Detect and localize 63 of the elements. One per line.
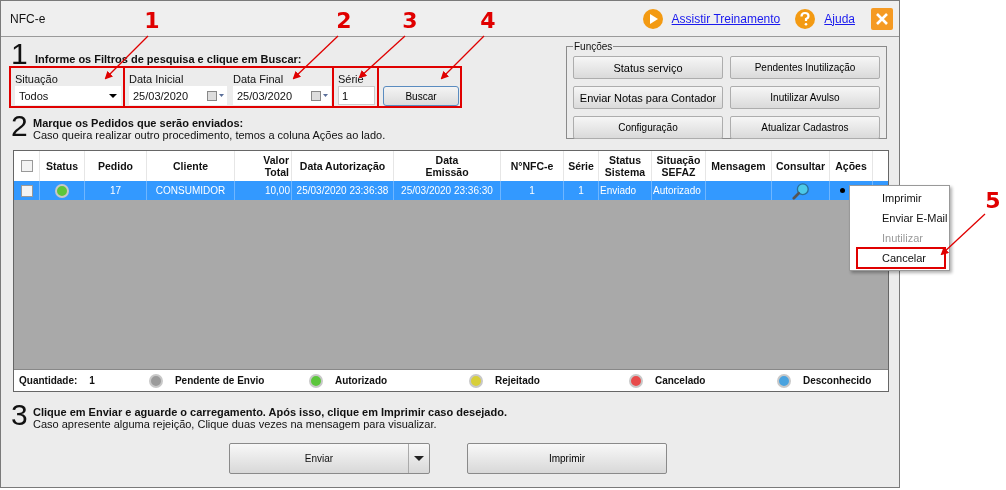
legend-label: Cancelado (654, 375, 706, 386)
field-label: Data Inicial (129, 72, 185, 86)
annotation-number: 2 (336, 8, 352, 33)
step-text: Caso apresente alguma rejeição, Clique duas vezes na mensagem para visualizar. (33, 418, 438, 430)
step-number: 3 (10, 400, 29, 430)
situation-dropdown[interactable]: Todos (15, 86, 121, 105)
date-field[interactable]: 25/03/2020 (233, 86, 331, 105)
quantity-value: 1 (89, 375, 95, 386)
checkbox[interactable] (20, 160, 33, 172)
table-cell: 1 (578, 185, 584, 196)
table-cell: 1 (529, 185, 535, 196)
checkbox[interactable] (20, 184, 33, 197)
table-cell: Enviado (600, 185, 637, 196)
function-button[interactable]: Enviar Notas para Contador (573, 86, 723, 109)
menu-item[interactable]: Enviar E-Mail (850, 208, 949, 228)
quantity-label: Quantidade: (19, 375, 78, 386)
send-button[interactable]: Enviar (229, 443, 430, 474)
table-cell: Autorizado (653, 185, 701, 196)
caret-icon[interactable] (109, 93, 117, 98)
search-button[interactable]: Buscar (383, 86, 459, 106)
field-label: Série (338, 72, 365, 86)
legend-label: Rejeitado (494, 375, 540, 386)
annotation-number: 1 (144, 8, 160, 33)
function-button[interactable]: Pendentes Inutilização (730, 56, 880, 79)
annotation-number: 4 (480, 8, 496, 33)
link[interactable]: Assistir Treinamento (671, 11, 781, 26)
function-button[interactable]: Inutilizar Avulso (730, 86, 880, 109)
field-label: Data Final (233, 72, 285, 86)
caret-icon[interactable] (414, 456, 424, 461)
step-number: 1 (10, 41, 29, 67)
legend-label: Autorizado (334, 375, 388, 386)
series-field[interactable]: 1 (338, 86, 375, 105)
window-title: NFC-e (10, 11, 46, 26)
actions-dot-icon[interactable] (839, 188, 845, 193)
menu-item[interactable]: Cancelar (850, 248, 949, 268)
date-field[interactable]: 25/03/2020 (129, 86, 227, 105)
annotation-number: 5 (985, 188, 1001, 213)
annotation-number: 3 (402, 8, 418, 33)
annotation-arrow (440, 35, 485, 80)
search-icon[interactable] (791, 181, 810, 200)
link[interactable]: Ajuda (824, 11, 855, 26)
field-label: Situação (15, 72, 59, 86)
step-text: Caso queira realizar outro procedimento, temos a coluna Ações ao lado. (33, 129, 386, 141)
step-heading: Marque os Pedidos que serão enviados: (33, 117, 245, 129)
print-button[interactable]: Imprimir (467, 443, 667, 474)
table-cell: 17 (109, 185, 122, 196)
function-button[interactable]: Configuração (573, 116, 723, 139)
close-icon[interactable] (871, 7, 893, 30)
panel-title: Funções (573, 41, 614, 52)
table-cell: CONSUMIDOR (155, 185, 226, 196)
table-cell: 10,00 (264, 185, 290, 196)
help-icon[interactable] (794, 7, 817, 30)
calendar-icon[interactable] (207, 90, 225, 101)
step-number: 2 (10, 111, 29, 141)
table-cell: 25/03/2020 23:36:30 (401, 185, 493, 196)
table-cell: 25/03/2020 23:36:38 (296, 185, 389, 196)
step-heading: Clique em Enviar e aguarde o carregamento. Após isso, clique em Imprimir caso desejado. (33, 406, 507, 418)
calendar-icon[interactable] (311, 90, 329, 101)
legend-label: Pendente de Envio (174, 375, 265, 386)
play-icon[interactable] (641, 7, 664, 30)
legend-label: Desconhecido (802, 375, 872, 386)
function-button[interactable]: Status serviço (573, 56, 723, 79)
function-button[interactable]: Atualizar Cadastros (730, 116, 880, 139)
